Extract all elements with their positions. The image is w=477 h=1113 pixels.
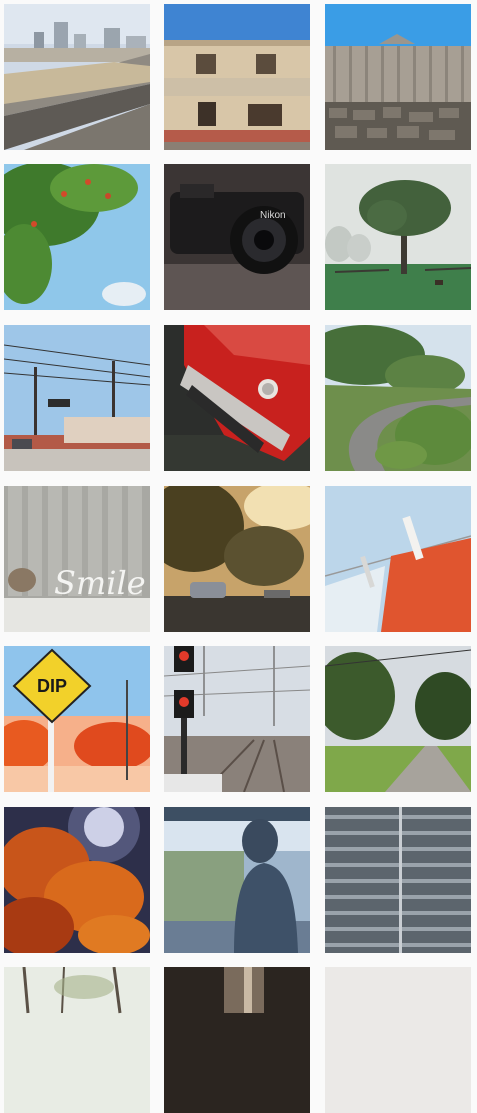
photo-camera-image: Nikon	[164, 164, 310, 310]
photo-smile-sign-image: Smile	[4, 486, 150, 632]
photo-tile-railway-signals[interactable]	[164, 646, 310, 792]
photo-tile-red-car[interactable]	[164, 325, 310, 471]
photo-tile-camera[interactable]: Nikon	[164, 164, 310, 310]
photo-tile-sunlit-street[interactable]	[164, 486, 310, 632]
photo-tile-autumn-leaves[interactable]	[4, 807, 150, 953]
photo-tile-pale-sky[interactable]	[325, 967, 471, 1113]
photo-tile-bare-trees[interactable]	[4, 967, 150, 1113]
photo-tile-city-skyline[interactable]	[4, 4, 150, 150]
photo-tile-stairs[interactable]	[325, 807, 471, 953]
camera-brand-label: Nikon	[260, 210, 286, 221]
photo-tile-clothespin[interactable]	[325, 486, 471, 632]
photo-silhouette-window-image	[164, 807, 310, 953]
photo-tile-dark-interior[interactable]	[164, 967, 310, 1113]
dip-sign-label: DIP	[37, 676, 67, 696]
photo-foggy-tree-image	[325, 164, 471, 310]
photo-tile-smile-sign[interactable]: Smile	[4, 486, 150, 632]
photo-tile-old-building[interactable]	[164, 4, 310, 150]
photo-grid: Nikon Smile DIP	[0, 0, 477, 1113]
photo-winding-road-image	[325, 325, 471, 471]
photo-bare-trees-image	[4, 967, 150, 1113]
photo-pale-sky-image	[325, 967, 471, 1113]
photo-country-path-image	[325, 646, 471, 792]
photo-tile-foggy-tree[interactable]	[325, 164, 471, 310]
photo-tile-country-path[interactable]	[325, 646, 471, 792]
photo-red-car-image	[164, 325, 310, 471]
photo-street-power-lines-image	[4, 325, 150, 471]
photo-stairs-image	[325, 807, 471, 953]
photo-clothespin-image	[325, 486, 471, 632]
photo-leaves-sky-image	[4, 164, 150, 310]
smile-sign-label: Smile	[54, 564, 146, 602]
photo-tile-leaves-sky[interactable]	[4, 164, 150, 310]
photo-tile-silhouette-window[interactable]	[164, 807, 310, 953]
photo-city-skyline-image	[4, 4, 150, 150]
photo-railway-signals-image	[164, 646, 310, 792]
photo-tile-dip-sign[interactable]: DIP	[4, 646, 150, 792]
photo-dip-sign-image: DIP	[4, 646, 150, 792]
photo-tile-wooden-barn[interactable]	[325, 4, 471, 150]
photo-autumn-leaves-image	[4, 807, 150, 953]
photo-dark-interior-image	[164, 967, 310, 1113]
photo-old-building-image	[164, 4, 310, 150]
photo-tile-street-power-lines[interactable]	[4, 325, 150, 471]
photo-tile-winding-road[interactable]	[325, 325, 471, 471]
photo-sunlit-street-image	[164, 486, 310, 632]
photo-wooden-barn-image	[325, 4, 471, 150]
